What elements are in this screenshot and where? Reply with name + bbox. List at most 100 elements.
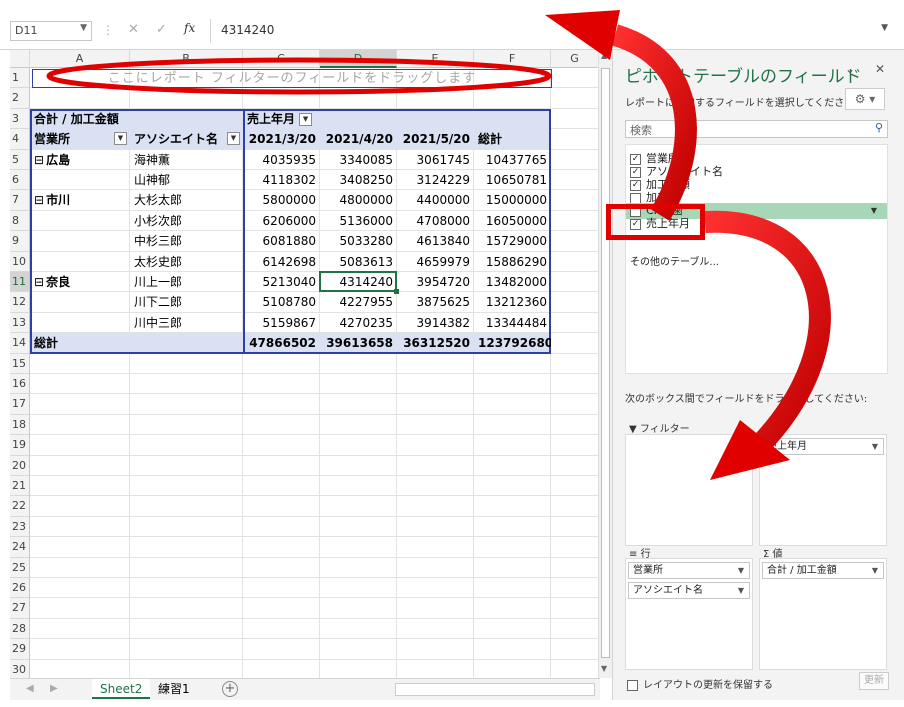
- column-header-D[interactable]: D: [320, 50, 397, 68]
- chevron-down-icon[interactable]: ▼: [872, 440, 878, 454]
- more-tables-link[interactable]: その他のテーブル...: [630, 253, 719, 268]
- pivot-date-header[interactable]: 2021/5/20: [397, 129, 474, 149]
- collapse-icon[interactable]: ⊟: [34, 275, 44, 289]
- pivot-value-cell[interactable]: 10650781: [474, 170, 551, 190]
- pivot-value-cell[interactable]: 3340085: [320, 150, 397, 170]
- pivot-row-field-header[interactable]: 営業所 ▼: [30, 129, 130, 149]
- pivot-associate-name[interactable]: 川下二郎: [130, 292, 243, 312]
- row-header-3[interactable]: 3: [10, 108, 30, 130]
- scroll-thumb[interactable]: [601, 68, 610, 658]
- chevron-down-icon[interactable]: ▼: [80, 23, 87, 33]
- row-header-22[interactable]: 22: [10, 496, 30, 517]
- row-header-20[interactable]: 20: [10, 455, 30, 476]
- pivot-value-cell[interactable]: 5800000: [243, 190, 320, 210]
- gear-icon[interactable]: ⚙ ▾: [845, 88, 885, 110]
- report-filter-drop-zone[interactable]: ここにレポート フィルターのフィールドをドラッグします: [32, 69, 552, 88]
- row-header-24[interactable]: 24: [10, 537, 30, 558]
- chevron-down-icon[interactable]: ▼: [738, 564, 744, 578]
- pivot-associate-name[interactable]: 小杉次郎: [130, 211, 243, 231]
- row-header-11[interactable]: 11: [10, 272, 30, 293]
- row-header-5[interactable]: 5: [10, 149, 30, 170]
- checkbox-icon[interactable]: [627, 679, 638, 691]
- pivot-column-field-header[interactable]: 売上年月 ▼: [243, 109, 320, 129]
- insert-function-icon[interactable]: fx: [184, 21, 195, 35]
- collapse-icon[interactable]: ⊟: [34, 153, 44, 167]
- field-search-input[interactable]: 検索 ⚲: [625, 120, 888, 138]
- row-header-15[interactable]: 15: [10, 353, 30, 374]
- column-header-G[interactable]: G: [551, 50, 599, 68]
- row-header-17[interactable]: 17: [10, 394, 30, 415]
- pivot-value-cell[interactable]: 5213040: [243, 272, 320, 292]
- sheet-tab-active[interactable]: Sheet2: [92, 679, 151, 699]
- pivot-associate-name[interactable]: 海神薫: [130, 150, 243, 170]
- values-area[interactable]: 合計 / 加工金額 ▼: [759, 558, 887, 670]
- name-box[interactable]: D11 ▼: [10, 21, 92, 41]
- column-header-C[interactable]: C: [243, 50, 320, 68]
- pivot-value-cell[interactable]: 3914382: [397, 313, 474, 333]
- pivot-associate-name[interactable]: 川中三郎: [130, 313, 243, 333]
- pivot-associate-name[interactable]: 山神郁: [130, 170, 243, 190]
- column-header-E[interactable]: E: [397, 50, 474, 68]
- column-header-F[interactable]: F: [474, 50, 551, 68]
- row-header-21[interactable]: 21: [10, 476, 30, 497]
- pivot-row-field-header[interactable]: アソシエイト名 ▼: [130, 129, 243, 149]
- row-header-25[interactable]: 25: [10, 557, 30, 578]
- pivot-value-cell[interactable]: 4227955: [320, 292, 397, 312]
- filter-dropdown-icon[interactable]: ▼: [299, 112, 313, 126]
- row-header-2[interactable]: 2: [10, 88, 30, 109]
- columns-area[interactable]: 売上年月 ▼: [759, 434, 887, 546]
- pivot-associate-name[interactable]: 中杉三郎: [130, 231, 243, 251]
- pivot-associate-name[interactable]: 大杉太郎: [130, 190, 243, 210]
- row-header-28[interactable]: 28: [10, 618, 30, 640]
- tab-prev-icon[interactable]: ◀: [26, 683, 34, 694]
- pivot-value-cell[interactable]: 4400000: [397, 190, 474, 210]
- pivot-date-header[interactable]: 2021/3/20: [243, 129, 320, 149]
- pivot-value-cell[interactable]: 5108780: [243, 292, 320, 312]
- area-field-pill[interactable]: 合計 / 加工金額 ▼: [762, 562, 884, 579]
- checkbox-icon[interactable]: [630, 192, 641, 204]
- pivot-value-cell[interactable]: 4270235: [320, 313, 397, 333]
- row-header-4[interactable]: 4: [10, 129, 30, 150]
- row-header-9[interactable]: 9: [10, 231, 30, 252]
- pivot-office-label[interactable]: ⊟ 広島: [30, 150, 130, 170]
- pivot-value-cell[interactable]: 5136000: [320, 211, 397, 231]
- pivot-value-cell[interactable]: 6081880: [243, 231, 320, 251]
- pivot-grand-total-label[interactable]: 総計: [30, 333, 130, 353]
- pivot-value-cell[interactable]: 4659979: [397, 252, 474, 272]
- pivot-value-cell[interactable]: 5033280: [320, 231, 397, 251]
- row-header-29[interactable]: 29: [10, 639, 30, 660]
- pivot-value-cell[interactable]: 10437765: [474, 150, 551, 170]
- pivot-value-cell[interactable]: 4118302: [243, 170, 320, 190]
- pivot-total-cell[interactable]: 47866502: [243, 333, 320, 353]
- checkbox-icon[interactable]: ✓: [630, 166, 641, 178]
- filter-area[interactable]: [625, 434, 753, 546]
- cancel-icon[interactable]: ✕: [128, 22, 139, 37]
- close-icon[interactable]: ✕: [875, 62, 885, 76]
- chevron-down-icon[interactable]: ▼: [872, 564, 878, 578]
- pivot-grand-total-header[interactable]: 総計: [474, 129, 551, 149]
- select-all-corner[interactable]: [10, 50, 30, 68]
- row-header-23[interactable]: 23: [10, 516, 30, 538]
- pivot-value-cell[interactable]: 4035935: [243, 150, 320, 170]
- row-header-16[interactable]: 16: [10, 374, 30, 395]
- pivot-total-cell[interactable]: 39613658: [320, 333, 397, 353]
- row-header-7[interactable]: 7: [10, 190, 30, 211]
- pivot-value-cell[interactable]: 13344484: [474, 313, 551, 333]
- checkbox-icon[interactable]: ✓: [630, 179, 641, 191]
- pivot-value-cell[interactable]: 4708000: [397, 211, 474, 231]
- row-header-6[interactable]: 6: [10, 170, 30, 191]
- pivot-office-label[interactable]: ⊟ 奈良: [30, 272, 130, 292]
- formula-input[interactable]: 4314240 ▼: [210, 19, 894, 43]
- row-header-27[interactable]: 27: [10, 598, 30, 619]
- rows-area[interactable]: 営業所 ▼ アソシエイト名 ▼: [625, 558, 753, 670]
- row-header-10[interactable]: 10: [10, 251, 30, 272]
- collapse-icon[interactable]: ⊟: [34, 193, 44, 207]
- row-header-14[interactable]: 14: [10, 333, 30, 354]
- pivot-value-cell[interactable]: 5159867: [243, 313, 320, 333]
- area-field-pill[interactable]: 売上年月 ▼: [762, 438, 884, 455]
- pivot-value-cell[interactable]: 3875625: [397, 292, 474, 312]
- row-header-18[interactable]: 18: [10, 414, 30, 436]
- pivot-value-cell[interactable]: 15729000: [474, 231, 551, 251]
- pane-options-chevron-icon[interactable]: ⌄: [845, 62, 855, 76]
- vertical-scrollbar[interactable]: ▲ ▼: [598, 50, 612, 678]
